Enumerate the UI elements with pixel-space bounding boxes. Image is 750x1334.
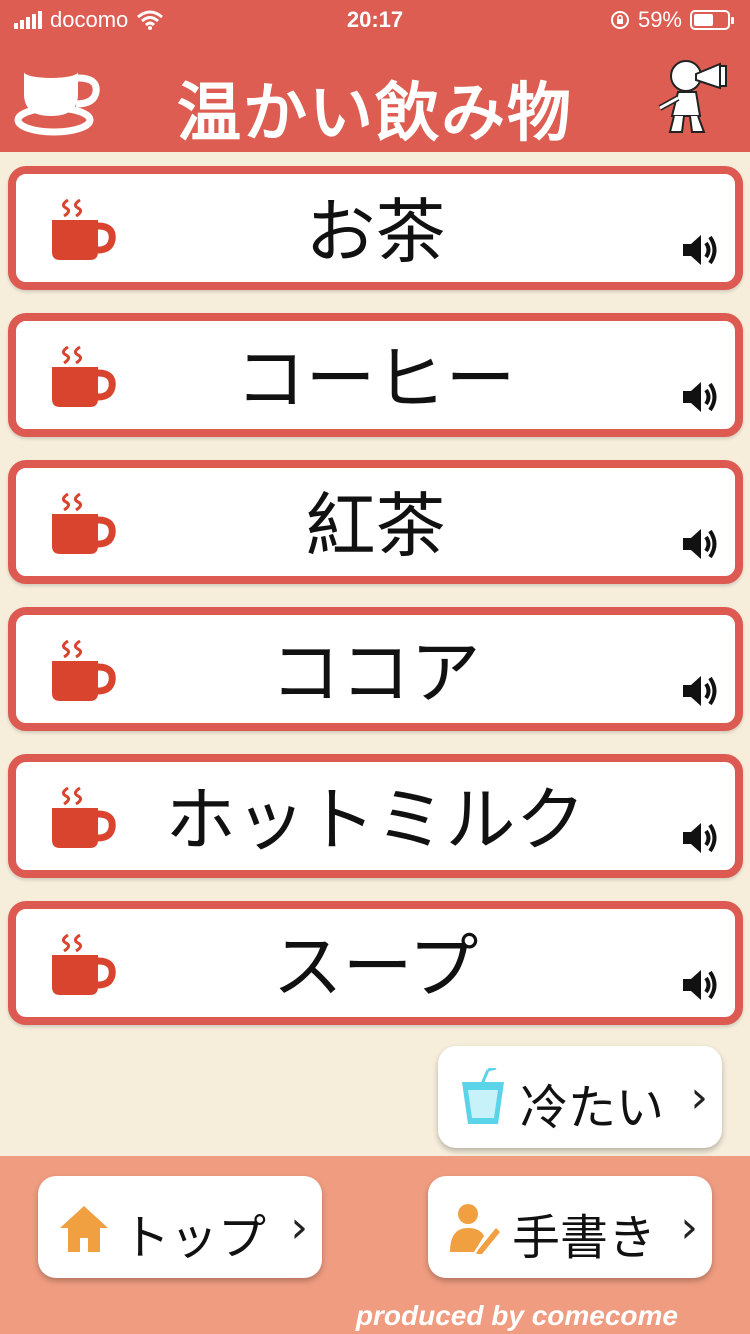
speaker-icon[interactable] (679, 524, 719, 564)
drink-label: コーヒー (235, 338, 516, 420)
drink-item-0[interactable]: お茶 (8, 166, 743, 290)
drink-item-4[interactable]: ホットミルク (8, 754, 743, 878)
speaker-icon[interactable] (679, 230, 719, 270)
top-button[interactable]: トップ › (38, 1176, 322, 1278)
status-bar: docomo 20:17 59% (0, 0, 750, 40)
battery-percent: 59% (637, 7, 682, 32)
header-bar: 温かい飲み物 (0, 40, 750, 152)
cold-drinks-button[interactable]: 冷たい › (438, 1046, 722, 1148)
home-icon (60, 1206, 108, 1252)
speaker-icon[interactable] (679, 377, 719, 417)
footer-credit: produced by comecome (355, 1300, 678, 1331)
battery-fill (694, 14, 713, 26)
speaker-icon[interactable] (679, 965, 719, 1005)
bottom-nav: トップ › 手書き › produced by comecome (0, 1156, 750, 1334)
drink-list: お茶 コーヒー 紅茶 ココア ホットミルク スープ (8, 166, 743, 1048)
chevron-right-icon: › (290, 1202, 308, 1253)
drink-label: ホットミルク (165, 779, 586, 861)
handwriting-button-label: 手書き (512, 1210, 657, 1266)
drink-label: お茶 (305, 191, 446, 273)
speaker-icon[interactable] (679, 671, 719, 711)
drink-item-1[interactable]: コーヒー (8, 313, 743, 437)
drink-label: スープ (272, 926, 479, 1008)
battery-icon (690, 10, 734, 30)
chevron-right-icon: › (690, 1072, 708, 1123)
speaker-icon[interactable] (679, 818, 719, 858)
page-title: 温かい飲み物 (177, 77, 573, 151)
drink-item-3[interactable]: ココア (8, 607, 743, 731)
cold-drink-icon (462, 1068, 504, 1124)
cold-drinks-label: 冷たい (520, 1080, 665, 1136)
drink-item-5[interactable]: スープ (8, 901, 743, 1025)
drink-label: ココア (270, 632, 481, 714)
rotation-lock-icon (610, 11, 629, 29)
mascot-with-horn-icon[interactable] (656, 58, 736, 138)
status-right: 59% (610, 7, 734, 33)
handwriting-button[interactable]: 手書き › (428, 1176, 712, 1278)
top-button-label: トップ (122, 1210, 267, 1266)
chevron-right-icon: › (680, 1202, 698, 1253)
person-pen-icon (450, 1204, 500, 1254)
drink-item-2[interactable]: 紅茶 (8, 460, 743, 584)
drink-label: 紅茶 (305, 485, 446, 567)
